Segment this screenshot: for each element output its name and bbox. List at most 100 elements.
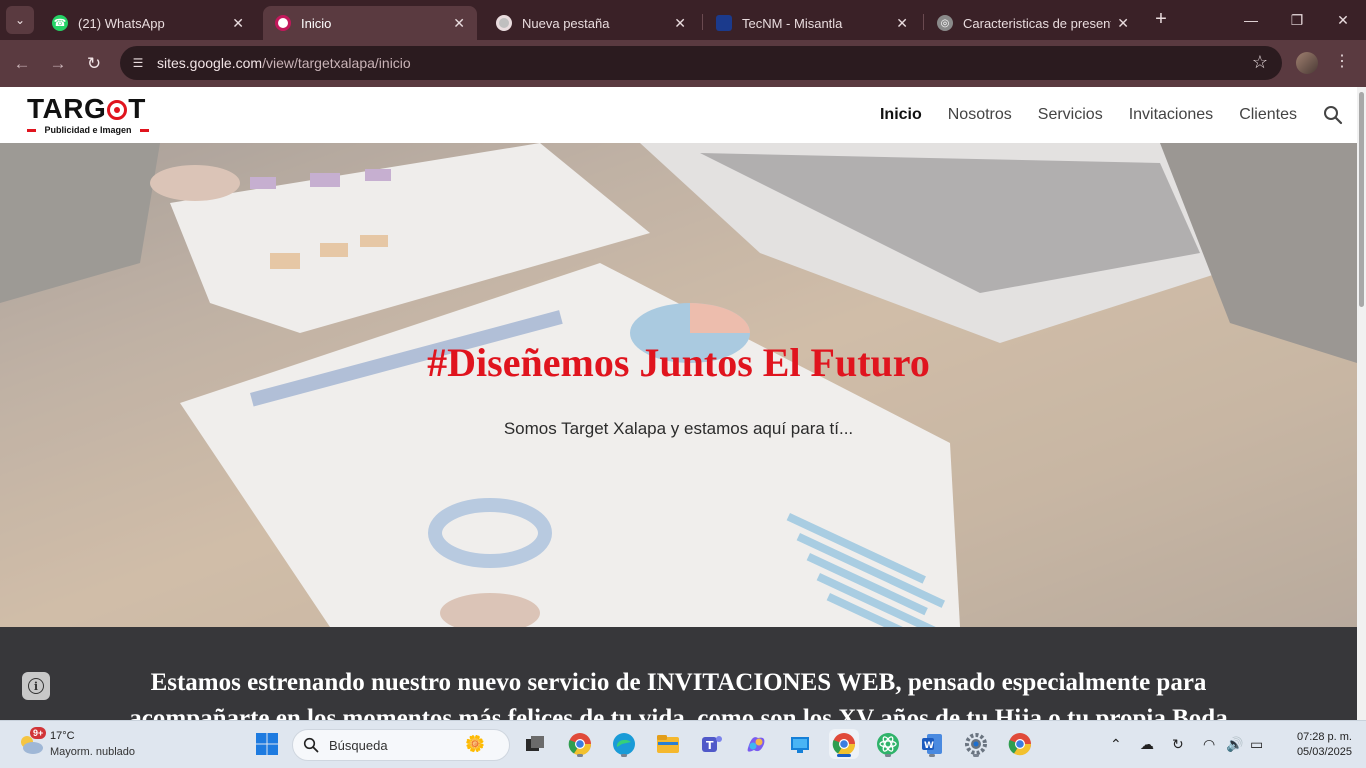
close-tab-icon[interactable]: ✕ [232,15,244,32]
logo-text-part2: T [128,93,146,124]
tab-separator [702,14,703,30]
tab-title: Nueva pestaña [522,15,610,31]
taskbar-search-box[interactable]: Búsqueda 🌼 [292,729,510,761]
show-hidden-icons-chevron-up-icon[interactable]: ⌃ [1110,736,1122,753]
task-view-button[interactable] [520,729,550,759]
site-info-button[interactable]: i [22,672,50,700]
teams-icon: T [702,736,722,752]
battery-icon[interactable]: ▭ [1250,736,1263,753]
tab-tecnm[interactable]: TecNM - Misantla ✕ [704,6,920,40]
info-icon: i [28,678,44,694]
google-sites-icon [275,15,291,31]
url-path: /view/targetxalapa/inicio [262,55,411,71]
folder-icon [657,735,679,753]
taskbar-edge[interactable] [609,729,639,759]
browser-toolbar: ← → ↻ ☰ sites.google.com/view/targetxala… [0,40,1366,87]
clock-time: 07:28 p. m. [1296,731,1352,743]
taskbar-copilot[interactable] [741,729,771,759]
onedrive-cloud-icon[interactable]: ☁ [1140,736,1154,753]
restore-button[interactable]: ❐ [1274,0,1320,40]
nav-item-invitaciones[interactable]: Invitaciones [1129,106,1214,124]
wifi-icon[interactable]: ◠ [1203,736,1215,753]
browser-tab-bar: ⌄ ☎ (21) WhatsApp ✕ Inicio ✕ Nueva pesta… [0,0,1366,40]
close-tab-icon[interactable]: ✕ [1117,15,1129,32]
tab-title: TecNM - Misantla [742,15,843,31]
tab-separator [923,14,924,30]
site-header: TARG T Publicidad e Imagen Inicio Nosotro… [0,87,1357,143]
search-highlight-flowers-icon: 🌼 [465,736,485,753]
url-host: sites.google.com [157,55,263,71]
task-view-icon [526,736,544,751]
address-bar[interactable]: ☰ sites.google.com/view/targetxalapa/ini… [120,46,1282,80]
chrome-icon [496,15,512,31]
browser-menu-icon[interactable]: ⋮ [1334,51,1350,71]
scrollbar-thumb[interactable] [1359,92,1364,307]
active-indicator [837,754,851,757]
back-button[interactable]: ← [9,51,35,77]
chrome-icon [832,733,856,756]
tab-title: Inicio [301,15,332,31]
site-settings-icon[interactable]: ☰ [129,54,147,72]
gear-icon [965,733,987,755]
taskbar-settings[interactable] [961,729,991,759]
nav-item-inicio[interactable]: Inicio [880,106,922,124]
minimize-button[interactable]: — [1228,0,1274,40]
close-tab-icon[interactable]: ✕ [896,15,908,32]
tab-title: Caracteristicas de presentaci [963,15,1111,31]
taskbar-chrome-profile-2[interactable] [829,729,859,759]
reload-button[interactable]: ↻ [81,51,107,77]
tab-whatsapp[interactable]: ☎ (21) WhatsApp ✕ [40,6,256,40]
tab-nueva-pestana[interactable]: Nueva pestaña ✕ [484,6,698,40]
url-text[interactable]: sites.google.com/view/targetxalapa/inici… [157,55,411,71]
tab-title: (21) WhatsApp [78,15,165,31]
chrome-icon [1008,733,1032,756]
nav-item-servicios[interactable]: Servicios [1038,106,1103,124]
svg-text:W: W [924,741,934,751]
forward-button[interactable]: → [45,51,71,77]
start-button[interactable] [252,729,282,759]
site-search-icon[interactable] [1322,104,1344,126]
edge-icon [613,733,635,755]
taskbar-chrome-profile-3[interactable] [1005,729,1035,759]
hero-subtitle: Somos Target Xalapa y estamos aquí para … [503,419,854,438]
svg-text:T: T [706,739,714,752]
taskbar-store[interactable] [785,729,815,759]
hero-banner: #Diseñemos Juntos El Futuro Somos Target… [0,143,1357,627]
taskbar-teams[interactable]: T [697,729,727,759]
nav-item-clientes[interactable]: Clientes [1239,106,1297,124]
close-tab-icon[interactable]: ✕ [674,15,686,32]
weather-temperature[interactable]: 17°C [50,730,75,742]
word-icon: W [922,734,942,754]
atom-icon [877,733,899,755]
system-clock[interactable]: 07:28 p. m. 05/03/2025 [1280,730,1352,760]
globe-icon: ◎ [937,15,953,31]
taskbar-file-explorer[interactable] [653,729,683,759]
new-tab-button[interactable]: + [1150,8,1172,30]
volume-icon[interactable]: 🔊 [1226,736,1243,753]
running-indicator [973,754,979,757]
running-indicator [885,754,891,757]
tab-caracteristicas[interactable]: ◎ Caracteristicas de presentaci ✕ [925,6,1141,40]
weather-badge: 9+ [30,727,47,739]
profile-avatar[interactable] [1296,52,1318,74]
target-logo[interactable]: TARG T Publicidad e Imagen [27,94,149,136]
taskbar-word[interactable]: W [917,729,947,759]
tecnm-icon [716,15,732,31]
logo-text-part1: TARG [27,93,107,124]
taskbar-chrome-profile-1[interactable] [565,729,595,759]
clock-date: 05/03/2025 [1296,746,1352,758]
taskbar-atom[interactable] [873,729,903,759]
logo-tagline: Publicidad e Imagen [44,125,132,135]
sync-icon[interactable]: ↻ [1172,736,1184,753]
chrome-icon [568,733,592,756]
close-window-button[interactable]: ✕ [1320,0,1366,40]
weather-condition[interactable]: Mayorm. nublado [50,746,135,758]
bookmark-star-icon[interactable]: ☆ [1252,52,1268,73]
nav-item-nosotros[interactable]: Nosotros [948,106,1012,124]
search-icon [303,737,319,753]
target-ring-icon [107,100,128,120]
close-tab-icon[interactable]: ✕ [453,15,465,32]
tab-inicio[interactable]: Inicio ✕ [263,6,477,40]
tab-search-button[interactable]: ⌄ [6,6,34,34]
copilot-icon [747,737,765,752]
